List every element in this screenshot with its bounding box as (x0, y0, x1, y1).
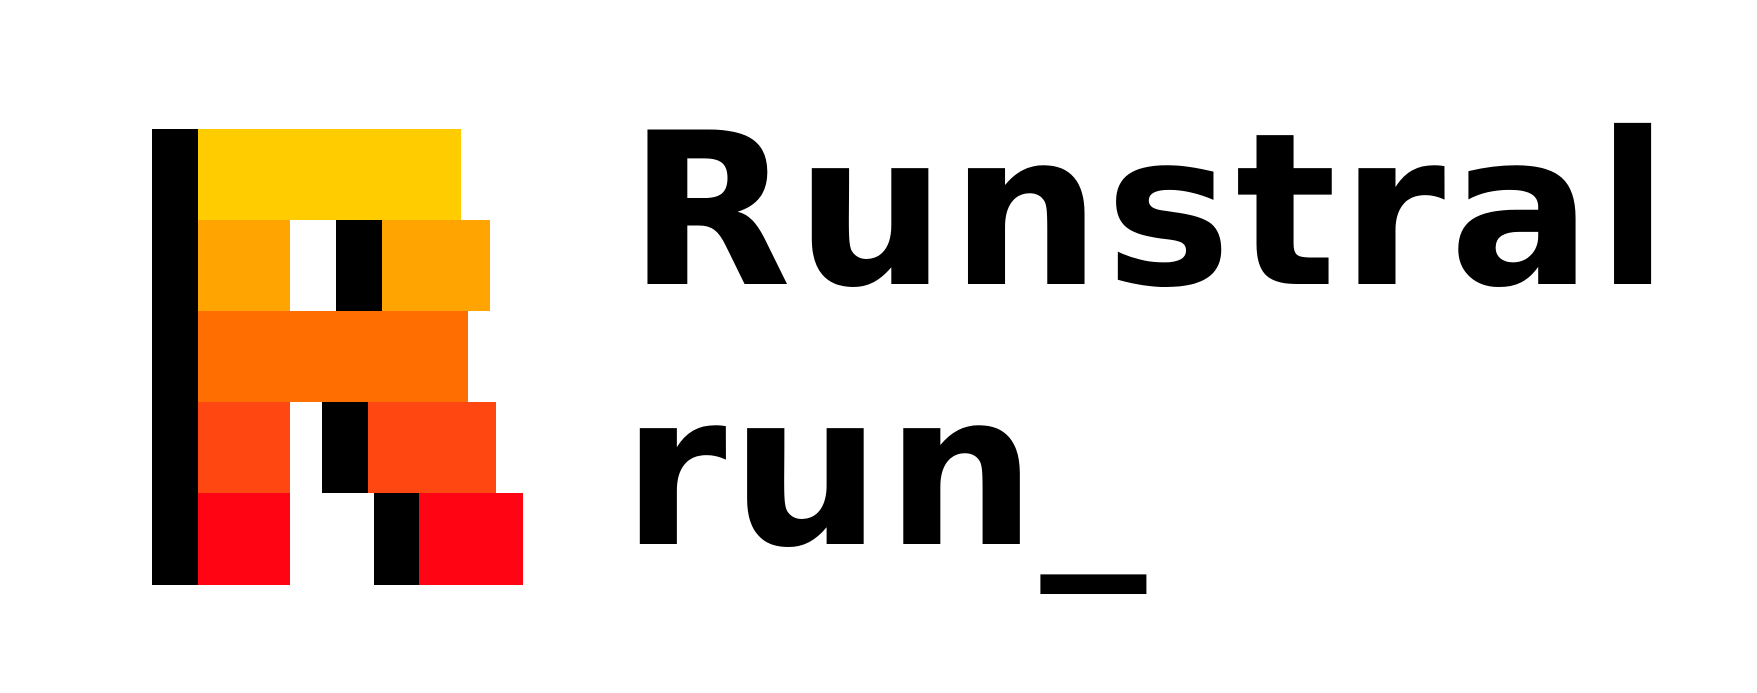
logo-row-1 (198, 129, 461, 220)
brand-command: run_ (622, 347, 1151, 594)
logo-row-4-black (322, 402, 368, 493)
logo-row-5-right (419, 493, 523, 585)
logo-row-3 (198, 311, 468, 402)
logo-row-5-black (374, 493, 419, 585)
logo-row-2-right (382, 220, 490, 311)
logo-row-5-left (198, 493, 290, 585)
logo-row-4-right (368, 402, 496, 493)
logo-row-4-left (198, 402, 290, 493)
logo-row-2-left (198, 220, 290, 311)
logo-stem (152, 129, 198, 585)
logo-row-2-black (336, 220, 382, 311)
brand-name: Runstral (628, 87, 1673, 334)
